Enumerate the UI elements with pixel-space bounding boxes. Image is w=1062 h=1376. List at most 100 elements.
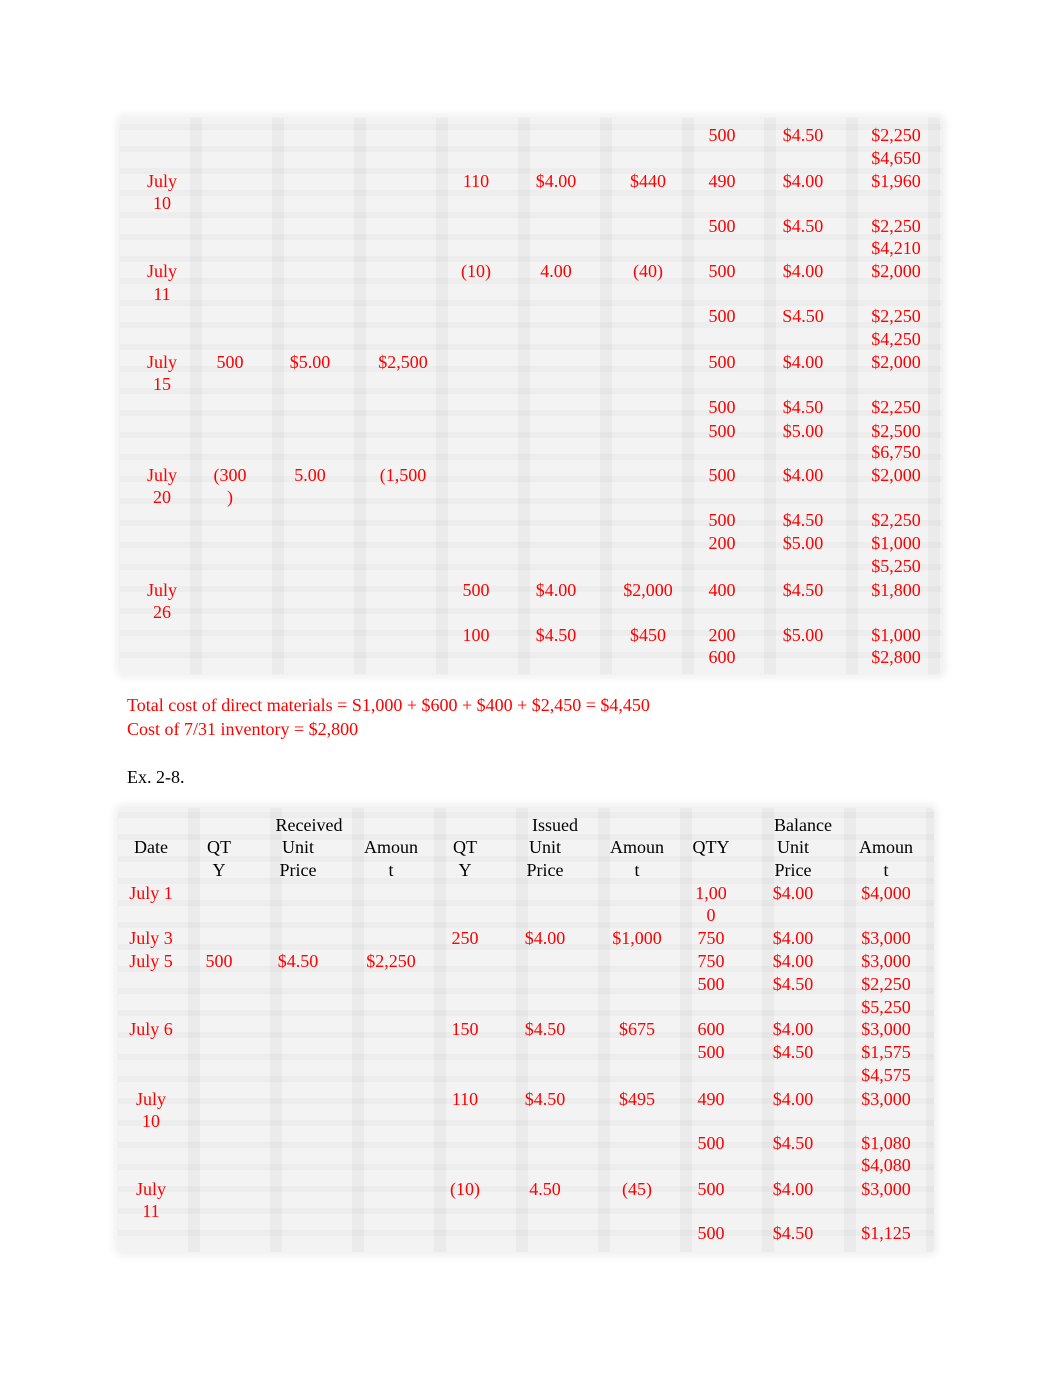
cell-bp: $4.00 (772, 1089, 814, 1109)
table-row: $4,575 (118, 1064, 934, 1086)
cell-iq: (10) (450, 1179, 480, 1199)
table-row: July 6 150 $4.50 $675 600 $4.00 $3,000 (118, 1018, 934, 1040)
cell-bp: Price (774, 860, 812, 880)
cell-bp: Unit (776, 837, 809, 857)
table-row: 500 $4.50 $1,080 (118, 1132, 934, 1154)
cell-ba: $1,000 (871, 625, 921, 645)
cell-ba: $2,250 (871, 125, 921, 145)
table-row: July 110 $4.50 $495 490 $4.00 $3,000 (118, 1088, 934, 1110)
cell-bp: $4.00 (782, 261, 824, 281)
cell-date: July (135, 1179, 166, 1199)
cell-ba: $1,960 (871, 171, 921, 191)
cell-bp: $4.00 (782, 352, 824, 372)
cell-ba: $3,000 (861, 1179, 911, 1199)
cell-iq: 150 (451, 1019, 479, 1039)
cell-bp: $4.00 (772, 951, 814, 971)
table-row: 20) (120, 486, 942, 508)
cell-ba: $2,250 (861, 974, 911, 994)
cell-bp: $4.50 (772, 1042, 814, 1062)
cell-bq: 490 (697, 1089, 725, 1109)
cell-bq: 500 (708, 306, 736, 326)
cell-bq: 500 (708, 397, 736, 417)
table-row: 26 (120, 601, 942, 623)
cell-ba: $4,210 (871, 238, 921, 258)
cell-ba: $6,750 (871, 442, 921, 462)
cell-ba: $1,000 (871, 533, 921, 553)
cell-date: July (146, 580, 177, 600)
cell-date: 15 (153, 374, 171, 394)
cell-date: 10 (153, 193, 171, 213)
table-row: $5,250 (118, 996, 934, 1018)
table-row: July 3 250 $4.00 $1,000 750 $4.00 $3,000 (118, 927, 934, 949)
cell-bq: 500 (708, 352, 736, 372)
cell-bp: $4.50 (782, 580, 824, 600)
cell-bq: 500 (708, 216, 736, 236)
cell-ba: Amoun (859, 837, 913, 857)
header-row: Date QT Unit Amoun QT Unit Amoun QTY Unit Amoun (118, 836, 934, 858)
cell-ip: $4.00 (535, 580, 577, 600)
cell-ba: $1,080 (861, 1133, 911, 1153)
cell-bp: $4.00 (782, 171, 824, 191)
cell-ba: $3,000 (861, 951, 911, 971)
table-row: 500 $4.50 $2,250 (118, 973, 934, 995)
cell-ba: $1,125 (861, 1223, 911, 1243)
cell-rq: ) (227, 487, 233, 507)
cell-bq: 500 (697, 974, 725, 994)
cell-ip: 4.00 (540, 261, 572, 281)
cell-bp: $5.00 (782, 533, 824, 553)
total-cost-note: Total cost of direct materials = S1,000 … (127, 695, 650, 715)
cell-ba: $1,800 (871, 580, 921, 600)
table-row: 500 $4.50 $1,125 (118, 1222, 934, 1244)
cell-bq: 500 (708, 510, 736, 530)
table-row: 0 (118, 904, 934, 926)
cell-iq: 250 (451, 928, 479, 948)
cell-ra: $2,500 (378, 352, 428, 372)
cell-ba: $2,000 (871, 352, 921, 372)
header-row: Y Price t Y Price t Price t (118, 859, 934, 881)
table-row: 500 $4.50 $2,250 (120, 509, 942, 531)
cell-bq: 0 (706, 905, 716, 925)
table-row: 11 (120, 283, 942, 305)
cell-ip: 4.50 (529, 1179, 561, 1199)
table-row: 500 $4.50 $2,250 (120, 124, 942, 146)
cell-rp: $4.50 (277, 951, 319, 971)
cell-rp: Price (279, 860, 317, 880)
cell-ba: $2,250 (871, 216, 921, 236)
cell-ip: $4.50 (524, 1089, 566, 1109)
cell-bq: 500 (697, 1223, 725, 1243)
table-row: 100 $4.50 $450 200 $5.00 $1,000 (120, 624, 942, 646)
cell-ba: $4,650 (871, 148, 921, 168)
cell-iq: Y (458, 860, 472, 880)
cell-bp: $4.00 (772, 928, 814, 948)
cell-bp: $4.50 (782, 397, 824, 417)
table-row: July (10) 4.00 (40) 500 $4.00 $2,000 (120, 260, 942, 282)
table-row: $4,210 (120, 237, 942, 259)
cell-bq: 500 (697, 1179, 725, 1199)
table-row: 15 (120, 373, 942, 395)
table-row: 500 $4.50 $1,575 (118, 1041, 934, 1063)
cell-iq: 500 (462, 580, 490, 600)
cell-bp: $4.00 (782, 465, 824, 485)
cell-bq: 200 (708, 625, 736, 645)
cell-bp: $5.00 (782, 625, 824, 645)
cell-bq: 490 (708, 171, 736, 191)
cell-bp: $4.50 (782, 125, 824, 145)
cell-ba: $5,250 (861, 997, 911, 1017)
cell-ip: $4.00 (535, 171, 577, 191)
cell-bq: 750 (697, 951, 725, 971)
table-row: $4,250 (120, 328, 942, 350)
cell-ba: t (883, 860, 889, 880)
cell-date: 11 (153, 284, 171, 304)
cell-ba: $2,250 (871, 510, 921, 530)
group-header-balance: Balance (774, 815, 832, 835)
table-row: 500 $4.50 $2,250 (120, 215, 942, 237)
group-header-issued: Issued (532, 815, 578, 835)
cell-ba: $3,000 (861, 1019, 911, 1039)
cell-rq: 500 (216, 352, 244, 372)
cell-bp: $4.50 (782, 510, 824, 530)
table-row: 11 (118, 1200, 934, 1222)
table-row: 200 $5.00 $1,000 (120, 532, 942, 554)
cell-ba: $4,250 (871, 329, 921, 349)
cell-date: July 1 (129, 883, 173, 903)
cell-bp: $5.00 (782, 421, 824, 441)
